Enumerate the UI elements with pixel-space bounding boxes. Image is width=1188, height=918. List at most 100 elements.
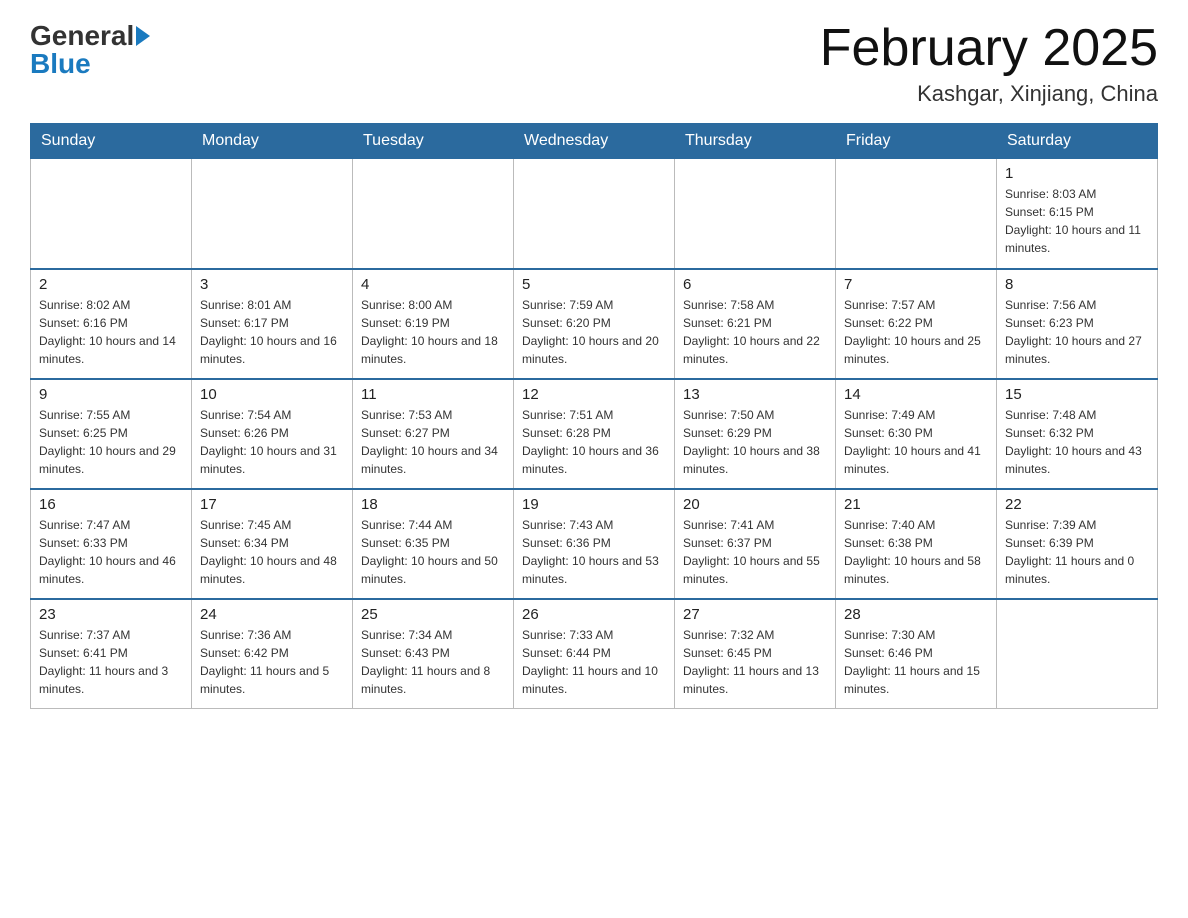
calendar-cell: 6 Sunrise: 7:58 AMSunset: 6:21 PMDaylight… bbox=[675, 269, 836, 379]
calendar-cell: 9 Sunrise: 7:55 AMSunset: 6:25 PMDaylight… bbox=[31, 379, 192, 489]
day-number: 13 bbox=[683, 386, 827, 403]
calendar-cell: 3 Sunrise: 8:01 AMSunset: 6:17 PMDaylight… bbox=[192, 269, 353, 379]
day-info: Sunrise: 8:03 AMSunset: 6:15 PMDaylight:… bbox=[1005, 185, 1149, 257]
day-info: Sunrise: 7:55 AMSunset: 6:25 PMDaylight:… bbox=[39, 406, 183, 478]
day-number: 10 bbox=[200, 386, 344, 403]
calendar-cell: 15 Sunrise: 7:48 AMSunset: 6:32 PMDayligh… bbox=[997, 379, 1158, 489]
calendar-cell: 18 Sunrise: 7:44 AMSunset: 6:35 PMDayligh… bbox=[353, 489, 514, 599]
day-number: 27 bbox=[683, 606, 827, 623]
day-number: 2 bbox=[39, 276, 183, 293]
calendar-table: Sunday Monday Tuesday Wednesday Thursday… bbox=[30, 123, 1158, 709]
day-info: Sunrise: 7:49 AMSunset: 6:30 PMDaylight:… bbox=[844, 406, 988, 478]
logo-arrow-icon bbox=[136, 26, 150, 46]
day-number: 21 bbox=[844, 496, 988, 513]
calendar-cell: 1 Sunrise: 8:03 AMSunset: 6:15 PMDaylight… bbox=[997, 159, 1158, 269]
logo: General Blue bbox=[30, 20, 152, 80]
day-number: 9 bbox=[39, 386, 183, 403]
day-info: Sunrise: 7:47 AMSunset: 6:33 PMDaylight:… bbox=[39, 516, 183, 588]
calendar-cell: 24Sunrise: 7:36 AMSunset: 6:42 PMDayligh… bbox=[192, 599, 353, 709]
calendar-cell: 14 Sunrise: 7:49 AMSunset: 6:30 PMDayligh… bbox=[836, 379, 997, 489]
day-info: Sunrise: 7:33 AMSunset: 6:44 PMDaylight:… bbox=[522, 626, 666, 698]
day-info: Sunrise: 7:57 AMSunset: 6:22 PMDaylight:… bbox=[844, 296, 988, 368]
day-info: Sunrise: 7:37 AMSunset: 6:41 PMDaylight:… bbox=[39, 626, 183, 698]
header-saturday: Saturday bbox=[997, 124, 1158, 159]
header-wednesday: Wednesday bbox=[514, 124, 675, 159]
day-info: Sunrise: 7:45 AMSunset: 6:34 PMDaylight:… bbox=[200, 516, 344, 588]
logo-blue-text: Blue bbox=[30, 48, 91, 80]
day-number: 12 bbox=[522, 386, 666, 403]
day-info: Sunrise: 7:58 AMSunset: 6:21 PMDaylight:… bbox=[683, 296, 827, 368]
title-block: February 2025 Kashgar, Xinjiang, China bbox=[820, 20, 1158, 107]
day-number: 7 bbox=[844, 276, 988, 293]
day-info: Sunrise: 7:59 AMSunset: 6:20 PMDaylight:… bbox=[522, 296, 666, 368]
day-info: Sunrise: 7:54 AMSunset: 6:26 PMDaylight:… bbox=[200, 406, 344, 478]
calendar-week-row: 1 Sunrise: 8:03 AMSunset: 6:15 PMDaylight… bbox=[31, 159, 1158, 269]
day-info: Sunrise: 7:39 AMSunset: 6:39 PMDaylight:… bbox=[1005, 516, 1149, 588]
calendar-cell bbox=[31, 159, 192, 269]
calendar-cell: 4Sunrise: 8:00 AMSunset: 6:19 PMDaylight… bbox=[353, 269, 514, 379]
calendar-cell: 7 Sunrise: 7:57 AMSunset: 6:22 PMDaylight… bbox=[836, 269, 997, 379]
calendar-cell bbox=[675, 159, 836, 269]
calendar-cell: 20 Sunrise: 7:41 AMSunset: 6:37 PMDayligh… bbox=[675, 489, 836, 599]
calendar-cell: 22 Sunrise: 7:39 AMSunset: 6:39 PMDayligh… bbox=[997, 489, 1158, 599]
day-number: 8 bbox=[1005, 276, 1149, 293]
calendar-cell: 5Sunrise: 7:59 AMSunset: 6:20 PMDaylight… bbox=[514, 269, 675, 379]
calendar-week-row: 16 Sunrise: 7:47 AMSunset: 6:33 PMDayligh… bbox=[31, 489, 1158, 599]
calendar-cell: 12 Sunrise: 7:51 AMSunset: 6:28 PMDayligh… bbox=[514, 379, 675, 489]
day-info: Sunrise: 7:32 AMSunset: 6:45 PMDaylight:… bbox=[683, 626, 827, 698]
header-sunday: Sunday bbox=[31, 124, 192, 159]
day-info: Sunrise: 7:53 AMSunset: 6:27 PMDaylight:… bbox=[361, 406, 505, 478]
day-number: 4 bbox=[361, 276, 505, 293]
day-number: 6 bbox=[683, 276, 827, 293]
header-thursday: Thursday bbox=[675, 124, 836, 159]
day-number: 26 bbox=[522, 606, 666, 623]
day-info: Sunrise: 7:48 AMSunset: 6:32 PMDaylight:… bbox=[1005, 406, 1149, 478]
calendar-cell: 2Sunrise: 8:02 AMSunset: 6:16 PMDaylight… bbox=[31, 269, 192, 379]
calendar-cell: 23 Sunrise: 7:37 AMSunset: 6:41 PMDayligh… bbox=[31, 599, 192, 709]
day-info: Sunrise: 7:34 AMSunset: 6:43 PMDaylight:… bbox=[361, 626, 505, 698]
day-number: 16 bbox=[39, 496, 183, 513]
calendar-cell: 10 Sunrise: 7:54 AMSunset: 6:26 PMDayligh… bbox=[192, 379, 353, 489]
calendar-cell: 17 Sunrise: 7:45 AMSunset: 6:34 PMDayligh… bbox=[192, 489, 353, 599]
day-number: 1 bbox=[1005, 165, 1149, 182]
calendar-cell: 13 Sunrise: 7:50 AMSunset: 6:29 PMDayligh… bbox=[675, 379, 836, 489]
day-number: 14 bbox=[844, 386, 988, 403]
day-number: 3 bbox=[200, 276, 344, 293]
calendar-cell: 28Sunrise: 7:30 AMSunset: 6:46 PMDayligh… bbox=[836, 599, 997, 709]
calendar-week-row: 2Sunrise: 8:02 AMSunset: 6:16 PMDaylight… bbox=[31, 269, 1158, 379]
calendar-cell: 8 Sunrise: 7:56 AMSunset: 6:23 PMDaylight… bbox=[997, 269, 1158, 379]
calendar-cell bbox=[997, 599, 1158, 709]
day-info: Sunrise: 7:56 AMSunset: 6:23 PMDaylight:… bbox=[1005, 296, 1149, 368]
location-subtitle: Kashgar, Xinjiang, China bbox=[820, 81, 1158, 107]
header-friday: Friday bbox=[836, 124, 997, 159]
day-number: 24 bbox=[200, 606, 344, 623]
day-number: 18 bbox=[361, 496, 505, 513]
calendar-cell bbox=[836, 159, 997, 269]
calendar-cell bbox=[353, 159, 514, 269]
day-info: Sunrise: 7:44 AMSunset: 6:35 PMDaylight:… bbox=[361, 516, 505, 588]
day-info: Sunrise: 7:40 AMSunset: 6:38 PMDaylight:… bbox=[844, 516, 988, 588]
month-title: February 2025 bbox=[820, 20, 1158, 77]
day-number: 11 bbox=[361, 386, 505, 403]
day-info: Sunrise: 7:43 AMSunset: 6:36 PMDaylight:… bbox=[522, 516, 666, 588]
calendar-cell: 27 Sunrise: 7:32 AMSunset: 6:45 PMDayligh… bbox=[675, 599, 836, 709]
calendar-cell: 16 Sunrise: 7:47 AMSunset: 6:33 PMDayligh… bbox=[31, 489, 192, 599]
day-number: 28 bbox=[844, 606, 988, 623]
day-info: Sunrise: 7:41 AMSunset: 6:37 PMDaylight:… bbox=[683, 516, 827, 588]
day-number: 19 bbox=[522, 496, 666, 513]
calendar-cell: 26 Sunrise: 7:33 AMSunset: 6:44 PMDayligh… bbox=[514, 599, 675, 709]
calendar-cell bbox=[514, 159, 675, 269]
calendar-cell: 21 Sunrise: 7:40 AMSunset: 6:38 PMDayligh… bbox=[836, 489, 997, 599]
day-number: 22 bbox=[1005, 496, 1149, 513]
day-info: Sunrise: 7:50 AMSunset: 6:29 PMDaylight:… bbox=[683, 406, 827, 478]
calendar-cell: 11 Sunrise: 7:53 AMSunset: 6:27 PMDayligh… bbox=[353, 379, 514, 489]
day-number: 20 bbox=[683, 496, 827, 513]
page-header: General Blue February 2025 Kashgar, Xinj… bbox=[30, 20, 1158, 107]
day-number: 17 bbox=[200, 496, 344, 513]
day-info: Sunrise: 8:01 AMSunset: 6:17 PMDaylight:… bbox=[200, 296, 344, 368]
calendar-cell: 25Sunrise: 7:34 AMSunset: 6:43 PMDayligh… bbox=[353, 599, 514, 709]
calendar-cell bbox=[192, 159, 353, 269]
day-info: Sunrise: 7:51 AMSunset: 6:28 PMDaylight:… bbox=[522, 406, 666, 478]
day-number: 23 bbox=[39, 606, 183, 623]
day-number: 15 bbox=[1005, 386, 1149, 403]
